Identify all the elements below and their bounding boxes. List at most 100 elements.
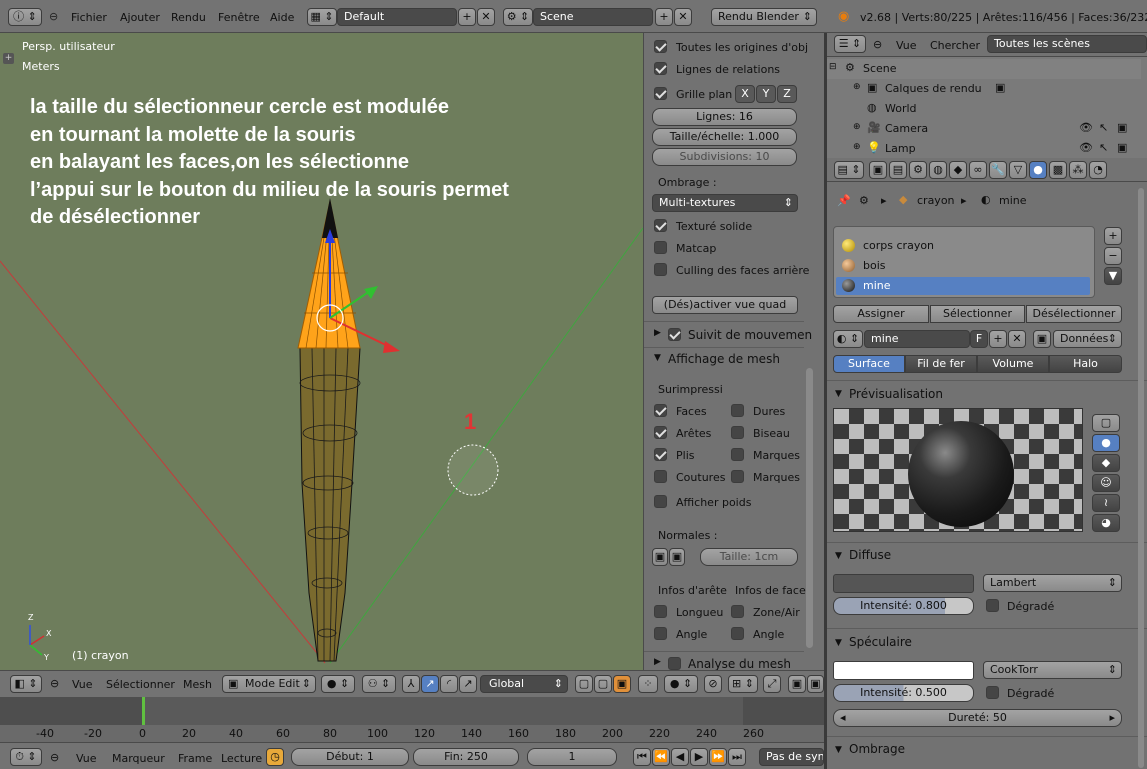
menu-view[interactable]: Vue bbox=[76, 752, 97, 765]
eye-icon[interactable]: 👁 bbox=[1079, 141, 1093, 154]
eye-icon[interactable]: 👁 bbox=[1079, 121, 1093, 134]
edge-select-button[interactable]: ▢ bbox=[594, 675, 612, 693]
backface-checkbox[interactable] bbox=[654, 263, 667, 276]
scene-tab-icon[interactable]: ⚙ bbox=[909, 161, 927, 179]
fake-user-button[interactable]: F bbox=[970, 330, 988, 348]
play-reverse-button[interactable]: ◀ bbox=[671, 748, 689, 766]
properties-scrollbar[interactable] bbox=[1138, 188, 1144, 768]
scene-add-button[interactable]: + bbox=[655, 8, 673, 26]
play-button[interactable]: ▶ bbox=[690, 748, 708, 766]
occlude-button[interactable]: ⁘ bbox=[638, 675, 658, 693]
render-icon[interactable]: ▣ bbox=[1117, 141, 1127, 154]
render-icon[interactable]: ▣ bbox=[1117, 121, 1127, 134]
grid-z-toggle[interactable]: Z bbox=[777, 85, 797, 103]
shelf-scrollbar[interactable] bbox=[806, 368, 813, 648]
preview-hair-icon[interactable]: ≀ bbox=[1092, 494, 1120, 512]
angle2-checkbox[interactable] bbox=[731, 627, 744, 640]
grid-subdiv-field[interactable]: Subdivisions: 10 bbox=[652, 148, 797, 166]
render-opengl-button[interactable]: ▣ bbox=[788, 675, 806, 693]
current-frame-field[interactable]: 1 bbox=[527, 748, 617, 766]
menu-frame[interactable]: Frame bbox=[178, 752, 212, 765]
tab-volume[interactable]: Volume bbox=[977, 355, 1049, 373]
preview-monkey-icon[interactable]: ☺ bbox=[1092, 474, 1120, 492]
specular-shader-select[interactable]: CookTorr ⇕ bbox=[983, 661, 1122, 679]
motion-panel-title[interactable]: Suivit de mouvemen bbox=[688, 328, 812, 342]
normal-vertex-toggle[interactable]: ▣ bbox=[652, 548, 668, 566]
layers-tab-icon[interactable]: ▤ bbox=[889, 161, 907, 179]
material-name-field[interactable]: mine bbox=[864, 330, 970, 348]
material-unlink-button[interactable]: ✕ bbox=[1008, 330, 1026, 348]
normal-size-field[interactable]: Taille: 1cm bbox=[700, 548, 798, 566]
creases-checkbox[interactable] bbox=[654, 448, 667, 461]
layout-icon[interactable]: ▦ ⇕ bbox=[307, 8, 337, 26]
collapse-icon[interactable]: ⊖ bbox=[50, 677, 59, 690]
editor-type-outliner[interactable]: ☰ ⇕ bbox=[834, 35, 866, 53]
snap-toggle[interactable]: ⊘ bbox=[704, 675, 722, 693]
faces-checkbox[interactable] bbox=[654, 404, 667, 417]
orientation-select[interactable]: Global ⇕ bbox=[480, 675, 568, 693]
viewport-3d[interactable]: Persp. utilisateur Meters + la taille du… bbox=[0, 33, 643, 670]
toggle-quad-view-button[interactable]: (Dés)activer vue quad bbox=[652, 296, 798, 314]
end-frame-field[interactable]: Fin: 250 bbox=[413, 748, 519, 766]
outliner-row-renderlayers[interactable]: ⊕ ▣ Calques de rendu ▣ bbox=[827, 79, 1141, 99]
menu-fenetre[interactable]: Fenêtre bbox=[218, 11, 260, 24]
mode-select[interactable]: ▣ Mode Edit ⇕ bbox=[222, 675, 316, 693]
grid-scale-field[interactable]: Taille/échelle: 1.000 bbox=[652, 128, 797, 146]
specular-color-swatch[interactable] bbox=[833, 661, 974, 680]
outliner-row-lamp[interactable]: ⊕ 💡 Lamp 👁 ↖ ▣ bbox=[827, 139, 1141, 158]
cursor-icon[interactable]: ↖ bbox=[1099, 141, 1108, 154]
menu-fichier[interactable]: Fichier bbox=[71, 11, 107, 24]
origins-checkbox[interactable] bbox=[654, 40, 667, 53]
deselect-button[interactable]: Désélectionner bbox=[1026, 305, 1122, 323]
next-key-button[interactable]: ⏩ bbox=[709, 748, 727, 766]
proportional-button[interactable]: ● ⇕ bbox=[664, 675, 698, 693]
render-anim-button[interactable]: ▣ bbox=[807, 675, 824, 693]
scene-icon[interactable]: ⚙ ⇕ bbox=[503, 8, 533, 26]
scene-field[interactable]: Scene bbox=[533, 8, 653, 26]
menu-search[interactable]: Chercher bbox=[930, 39, 980, 52]
collapse-icon[interactable]: ⊖ bbox=[873, 38, 882, 51]
mesh-display-title[interactable]: Affichage de mesh bbox=[668, 352, 780, 366]
prev-key-button[interactable]: ⏪ bbox=[652, 748, 670, 766]
editor-type-info[interactable]: ⓘ ⇕ bbox=[8, 8, 42, 26]
start-frame-field[interactable]: Début: 1 bbox=[291, 748, 409, 766]
shading-title[interactable]: Ombrage bbox=[849, 742, 905, 756]
assign-button[interactable]: Assigner bbox=[833, 305, 929, 323]
layout-field[interactable]: Default bbox=[337, 8, 457, 26]
outliner-row-world[interactable]: ◍ World bbox=[827, 99, 1141, 119]
analysis-arrow[interactable]: ▶ bbox=[654, 657, 661, 667]
diffuse-intensity-slider[interactable]: Intensité: 0.800 bbox=[833, 597, 974, 615]
pin-icon[interactable]: 📌 bbox=[837, 194, 851, 207]
sync-select[interactable]: Pas de sync bbox=[759, 748, 824, 766]
pivot-button[interactable]: ⚇ ⇕ bbox=[362, 675, 396, 693]
edges-checkbox[interactable] bbox=[654, 426, 667, 439]
shading-arrow[interactable]: ▼ bbox=[835, 745, 842, 755]
constraints-tab-icon[interactable]: ∞ bbox=[969, 161, 987, 179]
texture-tab-icon[interactable]: ▩ bbox=[1049, 161, 1067, 179]
snap-element[interactable]: ⊞ ⇕ bbox=[728, 675, 758, 693]
layout-remove-button[interactable]: ✕ bbox=[477, 8, 495, 26]
diffuse-arrow[interactable]: ▼ bbox=[835, 551, 842, 561]
material-slot[interactable]: corps crayon bbox=[836, 237, 1092, 255]
material-tab-icon[interactable]: ● bbox=[1029, 161, 1047, 179]
specular-arrow[interactable]: ▼ bbox=[835, 638, 842, 648]
material-slot-selected[interactable]: mine bbox=[836, 277, 1090, 295]
tab-wire[interactable]: Fil de fer bbox=[905, 355, 977, 373]
length-checkbox[interactable] bbox=[654, 605, 667, 618]
scale-toggle[interactable]: ↗ bbox=[459, 675, 477, 693]
menu-ajouter[interactable]: Ajouter bbox=[120, 11, 160, 24]
analysis-title[interactable]: Analyse du mesh bbox=[688, 657, 791, 671]
toolshelf-toggle-icon[interactable]: + bbox=[3, 53, 14, 64]
translate-toggle[interactable]: ↗ bbox=[421, 675, 439, 693]
particles-tab-icon[interactable]: ⁂ bbox=[1069, 161, 1087, 179]
material-browse-button[interactable]: ◐ ⇕ bbox=[833, 330, 863, 348]
material-slot[interactable]: bois bbox=[836, 257, 1092, 275]
link-data-select[interactable]: Données ⇕ bbox=[1053, 330, 1122, 348]
preview-cube-icon[interactable]: ◆ bbox=[1092, 454, 1120, 472]
editor-type-properties[interactable]: ▤ ⇕ bbox=[834, 161, 864, 179]
outliner-filter-select[interactable]: Toutes les scènes bbox=[987, 35, 1147, 53]
menu-view[interactable]: Vue bbox=[896, 39, 917, 52]
textured-solid-checkbox[interactable] bbox=[654, 219, 667, 232]
bevel-checkbox[interactable] bbox=[731, 426, 744, 439]
slot-add-button[interactable]: + bbox=[1104, 227, 1122, 245]
